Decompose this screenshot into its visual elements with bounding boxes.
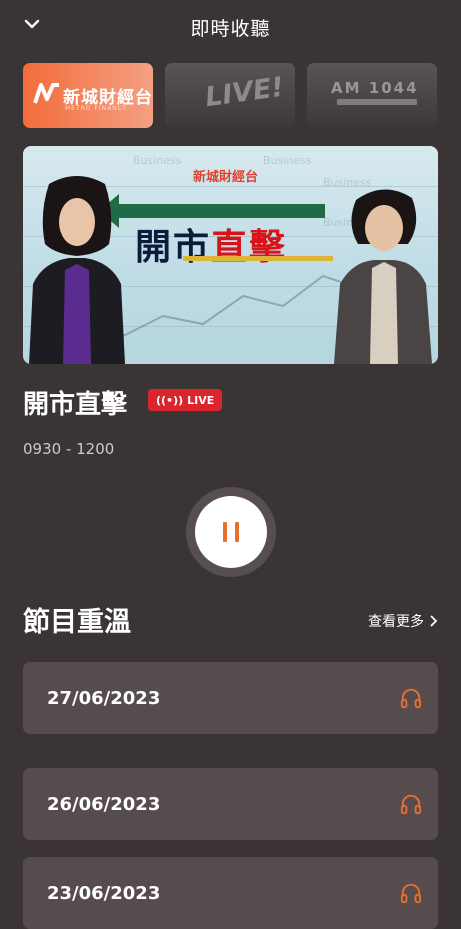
host-photo-right xyxy=(334,189,432,364)
top-bar: 即時收聽 xyxy=(0,0,461,52)
view-more-link[interactable]: 查看更多 xyxy=(368,611,438,631)
station-sublabel-bar xyxy=(337,99,417,105)
headphones-icon[interactable] xyxy=(400,687,422,709)
station-label: LIVE! xyxy=(203,71,286,114)
live-badge: ((•)) LIVE xyxy=(148,389,223,411)
replay-item[interactable]: 23/06/2023 xyxy=(23,857,438,929)
banner-title: 開市直擊 xyxy=(135,226,288,268)
chart-line-decoration xyxy=(123,274,353,337)
replay-date: 26/06/2023 xyxy=(47,794,161,815)
program-banner: Business Business Business Business 新城財經… xyxy=(23,146,438,364)
station-selector: 新城財經台 METRO FINANCE LIVE! AM 1044 xyxy=(23,63,438,128)
headphones-icon[interactable] xyxy=(400,793,422,815)
program-time: 0930 - 1200 xyxy=(23,440,115,458)
headphones-icon[interactable] xyxy=(400,882,422,904)
station-sublabel: METRO FINANCE xyxy=(65,105,128,112)
banner-underline xyxy=(183,256,333,261)
program-name: 開市直擊 xyxy=(23,390,128,420)
station-tab-metro-finance[interactable]: 新城財經台 METRO FINANCE xyxy=(23,63,153,128)
chevron-right-icon xyxy=(430,615,438,627)
playback-control xyxy=(186,487,276,577)
replay-item[interactable]: 26/06/2023 xyxy=(23,768,438,840)
station-label: AM 1044 xyxy=(331,79,419,97)
station-logo-icon xyxy=(33,83,59,104)
station-tab-am1044[interactable]: AM 1044 xyxy=(307,63,437,128)
replay-date: 23/06/2023 xyxy=(47,883,161,904)
station-tab-live[interactable]: LIVE! xyxy=(165,63,295,128)
banner-logo: 新城財經台 xyxy=(193,170,259,185)
page-title: 即時收聽 xyxy=(190,18,271,40)
replay-section-title: 節目重溫 xyxy=(23,607,131,638)
live-signal-icon: ((•)) xyxy=(156,393,184,407)
banner-arrow xyxy=(99,194,325,228)
replay-item[interactable]: 27/06/2023 xyxy=(23,662,438,734)
pause-icon xyxy=(223,522,227,542)
replay-date: 27/06/2023 xyxy=(47,688,161,709)
host-photo-left xyxy=(29,176,125,364)
pause-button[interactable] xyxy=(195,496,267,568)
